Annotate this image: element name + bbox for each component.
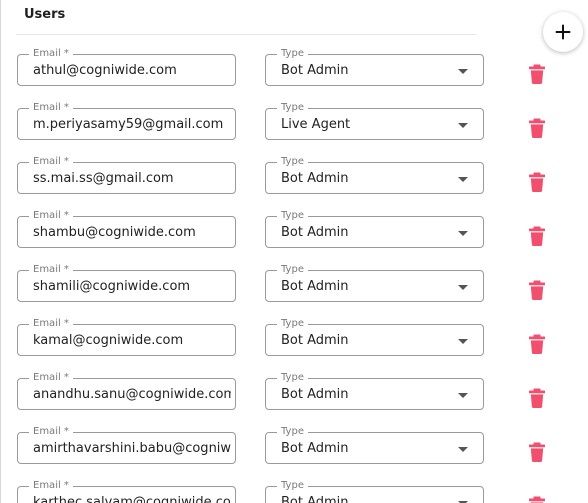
type-value: Bot Admin xyxy=(281,333,349,348)
email-label: Email * xyxy=(29,48,73,60)
type-select[interactable]: Type Bot Admin xyxy=(265,318,484,356)
divider xyxy=(16,34,476,35)
email-label: Email * xyxy=(29,426,73,438)
user-row: Email * anandhu.sanu@cogniwide.com Type … xyxy=(0,372,588,418)
email-field[interactable]: Email * shamili@cogniwide.com xyxy=(17,264,236,302)
email-value: karthec.salvam@cogniwide.com xyxy=(33,495,231,503)
chevron-down-icon xyxy=(458,231,468,236)
user-row: Email * karthec.salvam@cogniwide.com Typ… xyxy=(0,480,588,503)
user-row: Email * shambu@cogniwide.com Type Bot Ad… xyxy=(0,210,588,256)
type-label: Type xyxy=(277,264,308,276)
email-value: amirthavarshini.babu@cogniwid xyxy=(33,441,231,456)
email-field[interactable]: Email * ss.mai.ss@gmail.com xyxy=(17,156,236,194)
email-label: Email * xyxy=(29,318,73,330)
email-value: ss.mai.ss@gmail.com xyxy=(33,171,174,186)
type-label: Type xyxy=(277,480,308,492)
section-title: Users xyxy=(24,7,66,22)
trash-icon xyxy=(529,280,545,300)
email-label: Email * xyxy=(29,210,73,222)
delete-button[interactable] xyxy=(528,334,546,354)
email-label: Email * xyxy=(29,102,73,114)
trash-icon xyxy=(529,226,545,246)
user-row: Email * ss.mai.ss@gmail.com Type Bot Adm… xyxy=(0,156,588,202)
email-field[interactable]: Email * athul@cogniwide.com xyxy=(17,48,236,86)
type-value: Bot Admin xyxy=(281,495,349,503)
trash-icon xyxy=(529,496,545,503)
user-row: Email * kamal@cogniwide.com Type Bot Adm… xyxy=(0,318,588,364)
email-value: shambu@cogniwide.com xyxy=(33,225,196,240)
email-value: anandhu.sanu@cogniwide.com xyxy=(33,387,231,402)
email-label: Email * xyxy=(29,156,73,168)
user-row: Email * athul@cogniwide.com Type Bot Adm… xyxy=(0,48,588,94)
type-label: Type xyxy=(277,426,308,438)
user-row: Email * amirthavarshini.babu@cogniwid Ty… xyxy=(0,426,588,472)
type-value: Bot Admin xyxy=(281,387,349,402)
email-field[interactable]: Email * amirthavarshini.babu@cogniwid xyxy=(17,426,236,464)
type-value: Bot Admin xyxy=(281,279,349,294)
delete-button[interactable] xyxy=(528,496,546,503)
chevron-down-icon xyxy=(458,177,468,182)
email-value: shamili@cogniwide.com xyxy=(33,279,191,294)
type-select[interactable]: Type Bot Admin xyxy=(265,426,484,464)
delete-button[interactable] xyxy=(528,118,546,138)
type-select[interactable]: Type Bot Admin xyxy=(265,264,484,302)
plus-icon xyxy=(555,24,571,40)
type-select[interactable]: Type Bot Admin xyxy=(265,480,484,503)
delete-button[interactable] xyxy=(528,226,546,246)
email-label: Email * xyxy=(29,372,73,384)
type-value: Bot Admin xyxy=(281,63,349,78)
chevron-down-icon xyxy=(458,285,468,290)
trash-icon xyxy=(529,442,545,462)
add-user-button[interactable] xyxy=(543,12,583,52)
chevron-down-icon xyxy=(458,393,468,398)
chevron-down-icon xyxy=(458,339,468,344)
trash-icon xyxy=(529,64,545,84)
delete-button[interactable] xyxy=(528,388,546,408)
email-field[interactable]: Email * m.periyasamy59@gmail.com xyxy=(17,102,236,140)
email-field[interactable]: Email * karthec.salvam@cogniwide.com xyxy=(17,480,236,503)
email-field[interactable]: Email * shambu@cogniwide.com xyxy=(17,210,236,248)
type-value: Bot Admin xyxy=(281,441,349,456)
user-row: Email * shamili@cogniwide.com Type Bot A… xyxy=(0,264,588,310)
delete-button[interactable] xyxy=(528,280,546,300)
type-label: Type xyxy=(277,102,308,114)
email-label: Email * xyxy=(29,480,73,492)
email-field[interactable]: Email * kamal@cogniwide.com xyxy=(17,318,236,356)
type-label: Type xyxy=(277,156,308,168)
type-value: Live Agent xyxy=(281,117,351,132)
type-label: Type xyxy=(277,210,308,222)
users-panel: Users Email * athul@cogniwide.com Type B… xyxy=(0,0,588,503)
type-label: Type xyxy=(277,372,308,384)
type-select[interactable]: Type Bot Admin xyxy=(265,48,484,86)
type-label: Type xyxy=(277,318,308,330)
type-label: Type xyxy=(277,48,308,60)
type-select[interactable]: Type Bot Admin xyxy=(265,210,484,248)
trash-icon xyxy=(529,388,545,408)
email-value: athul@cogniwide.com xyxy=(33,63,177,78)
chevron-down-icon xyxy=(458,447,468,452)
type-select[interactable]: Type Bot Admin xyxy=(265,372,484,410)
email-field[interactable]: Email * anandhu.sanu@cogniwide.com xyxy=(17,372,236,410)
type-value: Bot Admin xyxy=(281,171,349,186)
trash-icon xyxy=(529,172,545,192)
email-value: kamal@cogniwide.com xyxy=(33,333,184,348)
user-row: Email * m.periyasamy59@gmail.com Type Li… xyxy=(0,102,588,148)
delete-button[interactable] xyxy=(528,442,546,462)
type-select[interactable]: Type Live Agent xyxy=(265,102,484,140)
delete-button[interactable] xyxy=(528,64,546,84)
trash-icon xyxy=(529,334,545,354)
chevron-down-icon xyxy=(458,69,468,74)
type-select[interactable]: Type Bot Admin xyxy=(265,156,484,194)
email-label: Email * xyxy=(29,264,73,276)
delete-button[interactable] xyxy=(528,172,546,192)
type-value: Bot Admin xyxy=(281,225,349,240)
chevron-down-icon xyxy=(458,123,468,128)
email-value: m.periyasamy59@gmail.com xyxy=(33,117,224,132)
trash-icon xyxy=(529,118,545,138)
